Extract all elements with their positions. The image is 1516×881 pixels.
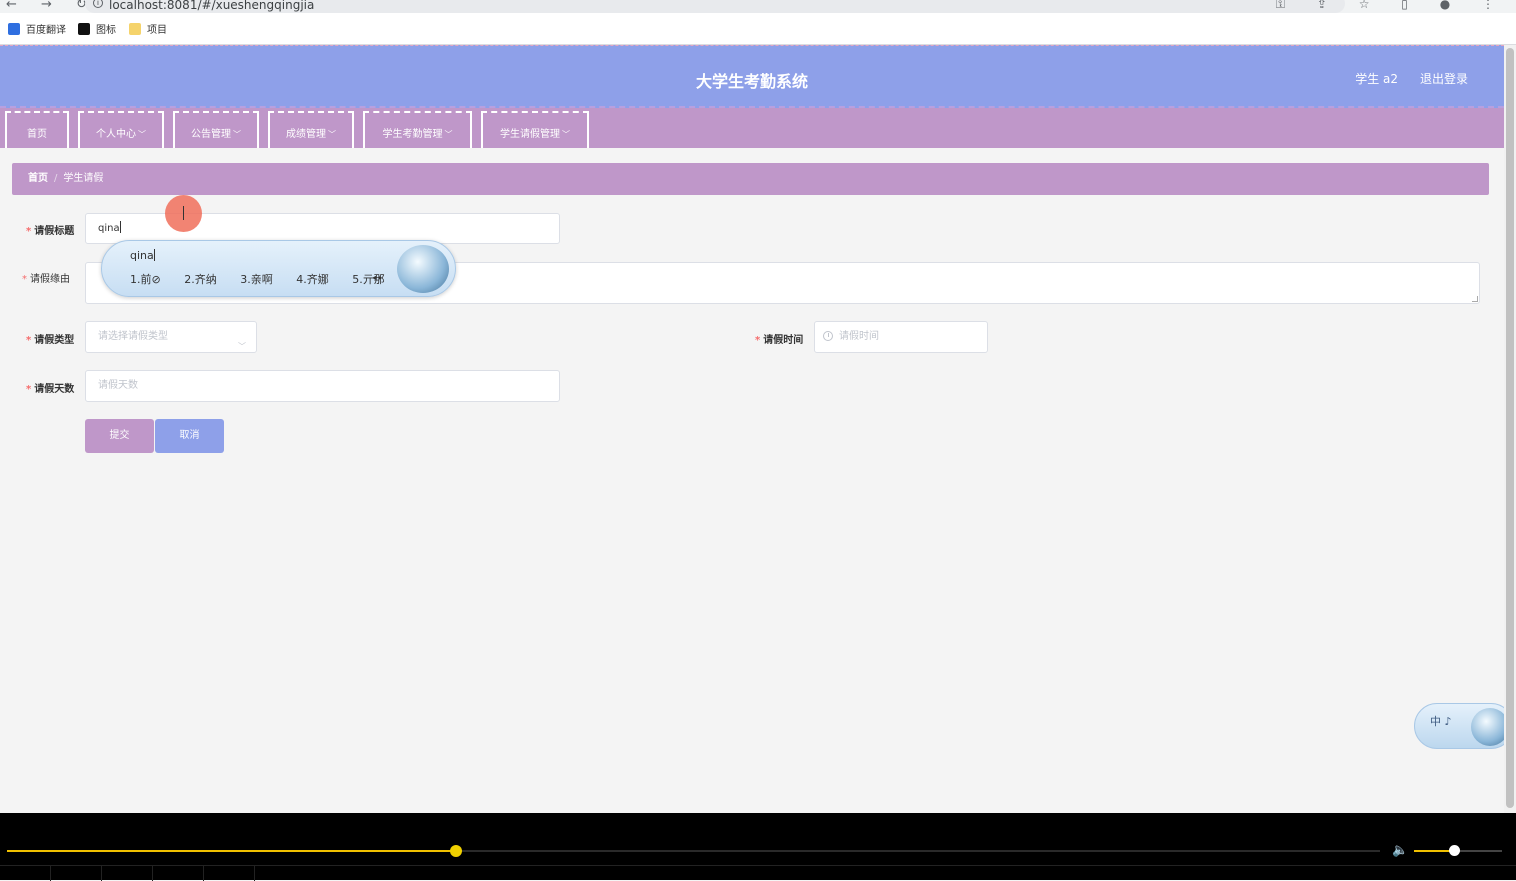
breadcrumb-separator: / bbox=[54, 173, 58, 184]
ime-candidate[interactable]: 2.齐纳 bbox=[184, 273, 217, 286]
volume-slider[interactable] bbox=[1414, 845, 1502, 856]
chevron-down-icon: ﹀ bbox=[444, 130, 453, 139]
leave-time-label: * 请假时间 bbox=[755, 335, 804, 346]
cancel-button[interactable]: 取消 bbox=[155, 419, 224, 453]
video-player-bar: 🔈 bbox=[0, 813, 1516, 881]
breadcrumb-home[interactable]: 首页 bbox=[28, 173, 48, 184]
scrollbar-thumb[interactable] bbox=[1506, 48, 1514, 808]
bookmark-icons[interactable]: 图标 bbox=[78, 23, 116, 37]
submit-button[interactable]: 提交 bbox=[85, 419, 154, 453]
ime-candidate[interactable]: 4.齐娜 bbox=[296, 273, 329, 286]
folder-icon bbox=[129, 23, 141, 35]
volume-level bbox=[1414, 850, 1454, 852]
ime-composition: qina bbox=[130, 249, 155, 262]
ime-candidate-window: qina 1.前⊘ 2.齐纳 3.亲啊 4.齐娜 5.亓那 ◂ ▸ bbox=[101, 240, 456, 297]
app-title: 大学生考勤系统 bbox=[695, 72, 808, 91]
ime-candidate[interactable]: 3.亲啊 bbox=[240, 273, 273, 286]
leave-type-label: * 请假类型 bbox=[26, 335, 75, 346]
text-cursor-icon bbox=[183, 206, 184, 220]
address-bar[interactable]: i localhost:8081/#/xueshengqingjia bbox=[85, 0, 1345, 13]
playback-progress bbox=[7, 850, 456, 852]
clock-icon bbox=[823, 331, 833, 341]
chevron-down-icon: ﹀ bbox=[562, 130, 570, 139]
volume-icon[interactable]: 🔈 bbox=[1392, 843, 1408, 858]
leave-reason-label: * 请假缘由 bbox=[22, 274, 70, 285]
menu-item-home[interactable]: 首页 bbox=[5, 111, 69, 148]
current-user: 学生 a2 bbox=[1355, 72, 1398, 86]
ime-page-arrows-icon[interactable]: ◂ ▸ bbox=[372, 273, 383, 282]
menu-item-attendance[interactable]: 学生考勤管理 ﹀ bbox=[363, 111, 472, 148]
app-header: 大学生考勤系统 学生 a2 退出登录 bbox=[0, 45, 1504, 108]
browser-actions[interactable]: ⚿ ⇪ ☆ ▯ ● ⋮ bbox=[1276, 0, 1508, 12]
chevron-down-icon: ﹀ bbox=[138, 130, 146, 139]
playback-knob[interactable] bbox=[449, 845, 462, 857]
player-bottom-strip bbox=[0, 865, 1516, 881]
main-menu: 首页 个人中心 ﹀ 公告管理 ﹀ 成绩管理 ﹀ 学生考勤管理 ﹀ 学生请假管理 ﹀ bbox=[0, 108, 1504, 148]
breadcrumb-current: 学生请假 bbox=[63, 173, 104, 184]
resize-handle[interactable] bbox=[1472, 296, 1478, 302]
menu-item-leave[interactable]: 学生请假管理 ﹀ bbox=[481, 111, 589, 148]
ime-skin-bubble-icon bbox=[397, 245, 449, 293]
ime-mode-label: 中 ♪ bbox=[1430, 715, 1452, 728]
logout-button[interactable]: 退出登录 bbox=[1420, 70, 1468, 87]
browser-nav-buttons[interactable]: ← → ↻ bbox=[6, 0, 97, 12]
bookmarks-bar: 百度翻译 图标 项目 bbox=[0, 13, 1516, 45]
leave-time-picker[interactable]: 请假时间 bbox=[814, 321, 988, 353]
page-scrollbar[interactable] bbox=[1504, 45, 1516, 813]
ime-status-bar[interactable]: 中 ♪ bbox=[1414, 703, 1514, 749]
image-icon bbox=[78, 23, 90, 35]
site-info-icon[interactable]: i bbox=[93, 0, 103, 8]
bookmark-baidu-translate[interactable]: 百度翻译 bbox=[8, 23, 66, 37]
bookmark-project[interactable]: 项目 bbox=[129, 23, 167, 37]
ime-candidate-list: 1.前⊘ 2.齐纳 3.亲啊 4.齐娜 5.亓那 bbox=[130, 271, 397, 287]
menu-item-announcements[interactable]: 公告管理 ﹀ bbox=[173, 111, 259, 148]
chevron-down-icon: ﹀ bbox=[328, 130, 336, 139]
volume-knob[interactable] bbox=[1448, 845, 1460, 856]
ime-candidate[interactable]: 1.前⊘ bbox=[130, 273, 161, 286]
browser-toolbar: ← → ↻ i localhost:8081/#/xueshengqingjia… bbox=[0, 0, 1516, 13]
leave-days-input[interactable]: 请假天数 bbox=[85, 370, 560, 402]
leave-title-label: * 请假标题 bbox=[26, 226, 75, 237]
translate-icon bbox=[8, 23, 20, 35]
text-caret bbox=[119, 221, 121, 233]
chevron-down-icon: ﹀ bbox=[233, 130, 241, 139]
menu-item-personal-center[interactable]: 个人中心 ﹀ bbox=[78, 111, 164, 148]
url-text: localhost:8081/#/xueshengqingjia bbox=[109, 0, 315, 12]
menu-item-grades[interactable]: 成绩管理 ﹀ bbox=[268, 111, 354, 148]
chevron-down-icon: ﹀ bbox=[238, 342, 246, 351]
leave-type-select[interactable]: 请选择请假类型 ﹀ bbox=[85, 321, 257, 353]
breadcrumb: 首页 / 学生请假 bbox=[12, 163, 1489, 195]
leave-days-label: * 请假天数 bbox=[26, 384, 75, 395]
playback-track[interactable] bbox=[7, 845, 1380, 857]
